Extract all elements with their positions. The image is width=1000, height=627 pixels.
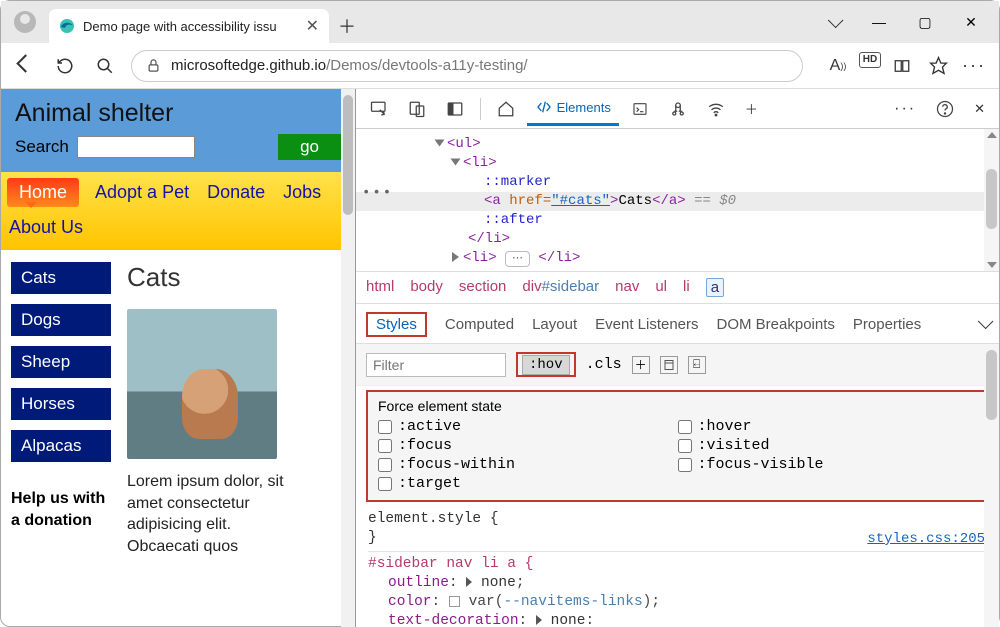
subtab-overflow-icon[interactable]	[978, 316, 989, 333]
subtab-event-listeners[interactable]: Event Listeners	[595, 316, 698, 333]
sidebar: Cats Dogs Sheep Horses Alpacas	[11, 262, 111, 462]
force-element-state-panel: Force element state :active :hover :focu…	[366, 390, 989, 502]
sidebar-item-alpacas[interactable]: Alpacas	[11, 430, 111, 462]
devtools-close-icon[interactable]: ✕	[966, 92, 993, 126]
devtools-more-icon[interactable]: ···	[886, 92, 924, 126]
styles-scrollbar[interactable]	[984, 344, 999, 627]
page-scrollbar[interactable]	[341, 89, 355, 627]
tab-close-icon[interactable]: ✕	[306, 16, 319, 36]
computed-toggle-icon[interactable]	[660, 356, 678, 374]
read-aloud-button[interactable]: A))	[823, 52, 853, 80]
main-content: Cats Lorem ipsum dolor, sit amet consect…	[127, 262, 292, 557]
sidebar-item-dogs[interactable]: Dogs	[11, 304, 111, 336]
maximize-button[interactable]: ▢	[903, 6, 947, 38]
tab-sources[interactable]	[661, 92, 695, 126]
more-tabs-button[interactable]: ＋	[737, 92, 766, 126]
browser-tab[interactable]: Demo page with accessibility issu ✕	[49, 9, 329, 43]
devtools-toolbar: Elements ＋ ··· ✕	[356, 89, 999, 129]
tab-chevron-icon[interactable]	[811, 6, 855, 38]
subtab-layout[interactable]: Layout	[532, 316, 577, 333]
search-input[interactable]	[77, 136, 195, 158]
back-button[interactable]	[11, 52, 39, 80]
refresh-button[interactable]	[51, 52, 79, 80]
dom-scrollbar[interactable]	[984, 129, 999, 271]
window-controls: — ▢ ✕	[811, 1, 999, 43]
force-state-title: Force element state	[378, 398, 977, 414]
state-hover[interactable]: :hover	[678, 418, 978, 435]
state-visited[interactable]: :visited	[678, 437, 978, 454]
hd-button[interactable]: HD	[859, 52, 881, 68]
minimize-button[interactable]: —	[857, 6, 901, 38]
state-focus[interactable]: :focus	[378, 437, 678, 454]
subtab-styles[interactable]: Styles	[366, 312, 427, 337]
tab-console[interactable]	[623, 92, 657, 126]
more-button[interactable]: ···	[959, 52, 989, 80]
hov-toggle[interactable]: :hov	[516, 352, 576, 377]
sidebar-item-horses[interactable]: Horses	[11, 388, 111, 420]
profile-button[interactable]	[1, 1, 49, 43]
new-style-rule-icon[interactable]: ＋	[632, 356, 650, 374]
state-focus-within[interactable]: :focus-within	[378, 456, 678, 473]
subtab-dom-breakpoints[interactable]: DOM Breakpoints	[717, 316, 835, 333]
dock-side-icon[interactable]	[438, 92, 472, 126]
reading-list-button[interactable]	[887, 52, 917, 80]
lock-icon	[146, 58, 161, 73]
breadcrumb[interactable]: htmlbodysection div#sidebar navulli a	[356, 271, 999, 304]
section-heading: Cats	[127, 262, 292, 293]
ellipsis-icon[interactable]: •••	[362, 185, 393, 201]
favorite-button[interactable]	[923, 52, 953, 80]
go-button[interactable]: go	[278, 134, 341, 160]
url-text: microsoftedge.github.io/Demos/devtools-a…	[171, 57, 528, 74]
devtools: Elements ＋ ··· ✕ ••• <ul> <li> ::marker …	[356, 89, 999, 627]
rendering-panel-icon[interactable]: ⍇	[688, 356, 706, 374]
tab-elements[interactable]: Elements	[527, 92, 619, 126]
subtab-computed[interactable]: Computed	[445, 316, 514, 333]
sidebar-item-sheep[interactable]: Sheep	[11, 346, 111, 378]
body-text: Lorem ipsum dolor, sit amet consectetur …	[127, 471, 292, 557]
tab-network[interactable]	[699, 92, 733, 126]
styles-subtabs: Styles Computed Layout Event Listeners D…	[356, 304, 999, 344]
sidebar-item-cats[interactable]: Cats	[11, 262, 111, 294]
style-rules[interactable]: element.style { } styles.css:205 #sideba…	[356, 508, 999, 627]
new-tab-button[interactable]: ＋	[329, 9, 365, 43]
state-active[interactable]: :active	[378, 418, 678, 435]
page-header: Animal shelter Search go	[1, 89, 355, 172]
window-titlebar: Demo page with accessibility issu ✕ ＋ — …	[1, 1, 999, 43]
tab-title: Demo page with accessibility issu	[83, 19, 277, 34]
main-nav: Home Adopt a Pet Donate Jobs About Us	[1, 172, 355, 250]
cls-toggle[interactable]: .cls	[586, 356, 622, 373]
address-bar: microsoftedge.github.io/Demos/devtools-a…	[1, 43, 999, 89]
page-viewport: Animal shelter Search go Home Adopt a Pe…	[1, 89, 356, 627]
avatar-icon	[14, 11, 36, 33]
subtab-properties[interactable]: Properties	[853, 316, 921, 333]
state-target[interactable]: :target	[378, 475, 678, 492]
tab-welcome[interactable]	[489, 92, 523, 126]
styles-filter-input[interactable]	[366, 353, 506, 377]
styles-filter-row: :hov .cls ＋ ⍇	[356, 344, 999, 386]
page-title: Animal shelter	[15, 99, 341, 128]
donation-callout: Help us with a donation	[11, 488, 111, 531]
url-field[interactable]: microsoftedge.github.io/Demos/devtools-a…	[131, 50, 803, 82]
device-toggle-icon[interactable]	[400, 92, 434, 126]
source-link[interactable]: styles.css:205	[867, 530, 985, 549]
inspect-element-icon[interactable]	[362, 92, 396, 126]
nav-jobs[interactable]: Jobs	[281, 178, 323, 207]
nav-home[interactable]: Home	[7, 178, 79, 207]
nav-donate[interactable]: Donate	[205, 178, 267, 207]
edge-icon	[59, 18, 75, 34]
search-button[interactable]	[91, 52, 119, 80]
help-icon[interactable]	[928, 92, 962, 126]
nav-about[interactable]: About Us	[7, 213, 85, 242]
dom-tree[interactable]: ••• <ul> <li> ::marker <a href="#cats">C…	[356, 129, 999, 271]
nav-adopt[interactable]: Adopt a Pet	[93, 178, 191, 207]
state-focus-visible[interactable]: :focus-visible	[678, 456, 978, 473]
close-window-button[interactable]: ✕	[949, 6, 993, 38]
cat-image	[127, 309, 277, 459]
search-label: Search	[15, 137, 69, 157]
